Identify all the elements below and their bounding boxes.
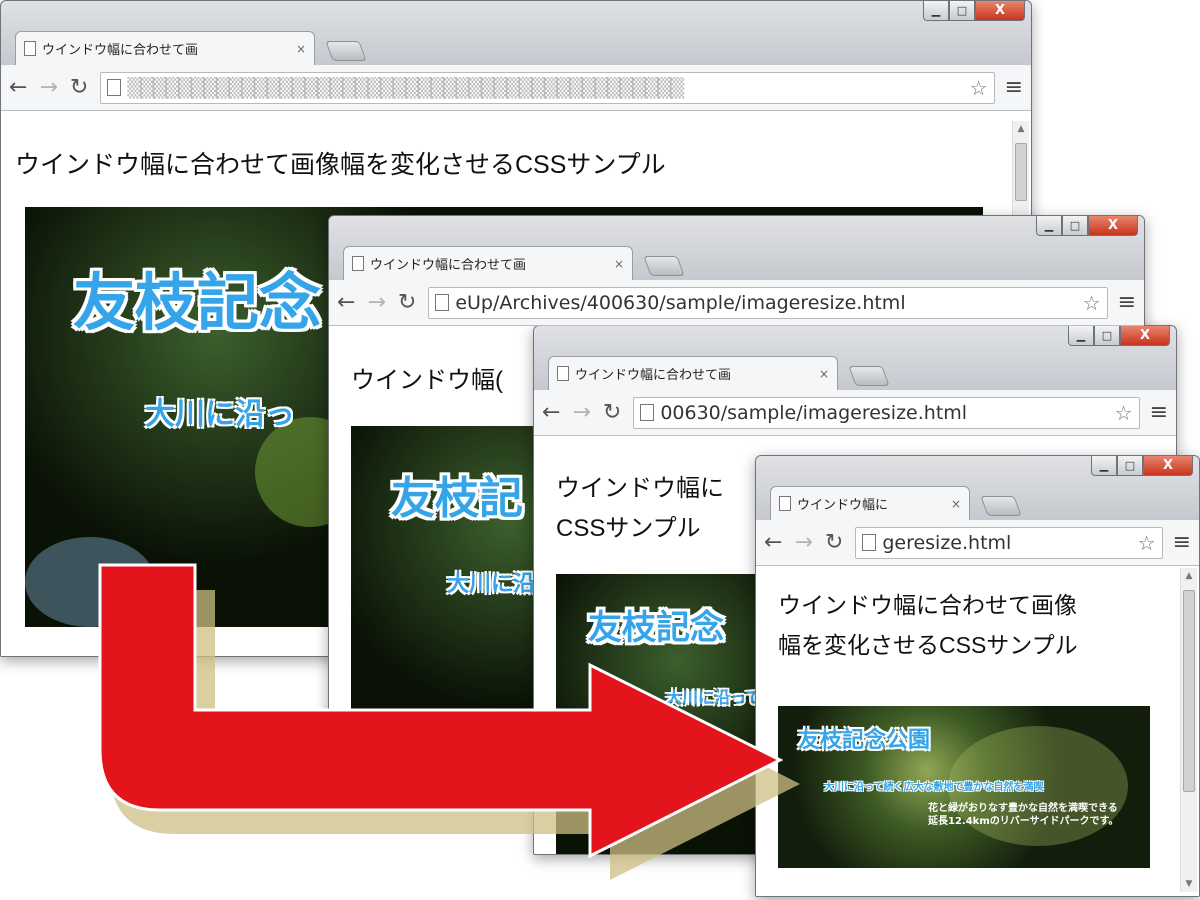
red-arrow [98,563,800,880]
